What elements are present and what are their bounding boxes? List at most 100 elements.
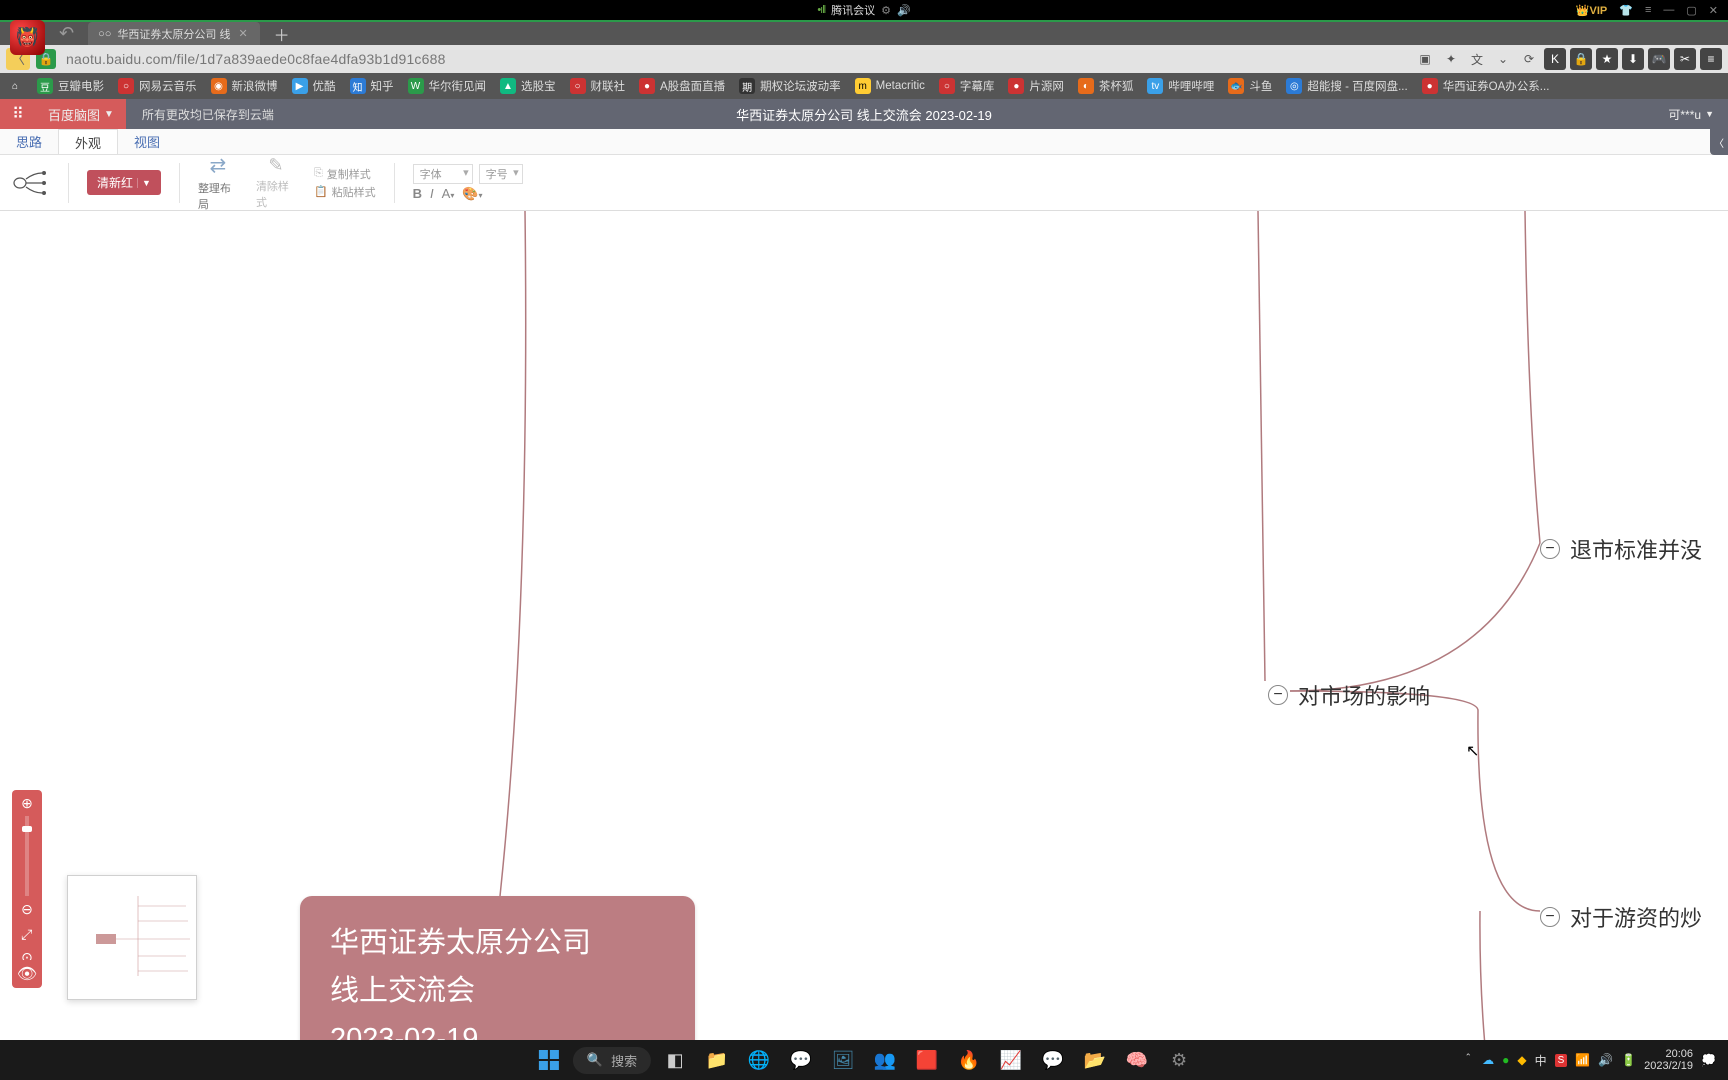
history-back-icon[interactable]: ↶ bbox=[45, 23, 88, 44]
skin-icon[interactable]: 👕 bbox=[1619, 4, 1633, 17]
maximize-icon[interactable]: ▢ bbox=[1686, 4, 1696, 17]
menu-icon[interactable]: ≡ bbox=[1645, 4, 1651, 16]
ext-chevron-down-icon[interactable]: ⌄ bbox=[1492, 48, 1514, 70]
fit-button[interactable]: ⤢ bbox=[21, 926, 33, 943]
chat-icon[interactable]: 💬 bbox=[783, 1044, 819, 1076]
bookmark-item[interactable]: 🐟斗鱼 bbox=[1221, 78, 1279, 94]
font-size-select[interactable]: 字号 bbox=[479, 164, 523, 184]
audio-icon[interactable]: 🔊 bbox=[897, 4, 911, 17]
ext-scissors-icon[interactable]: ✂ bbox=[1674, 48, 1696, 70]
bookmark-item[interactable]: 豆豆瓣电影 bbox=[30, 78, 111, 94]
ext-download-icon[interactable]: ⬇ bbox=[1622, 48, 1644, 70]
mindmap-node-market[interactable]: − 对市场的影响 bbox=[1268, 679, 1430, 711]
node-collapse-icon[interactable]: − bbox=[1268, 685, 1288, 705]
ext-lock-icon[interactable]: 🔒 bbox=[1570, 48, 1592, 70]
start-button[interactable] bbox=[531, 1044, 567, 1076]
wechat-icon[interactable]: 💬 bbox=[1035, 1044, 1071, 1076]
tray-volume-icon[interactable]: 🔊 bbox=[1598, 1053, 1613, 1067]
home-bookmark[interactable]: ⌂ bbox=[0, 78, 30, 94]
tab-waiguan[interactable]: 外观 bbox=[58, 129, 118, 154]
structure-icon[interactable] bbox=[10, 169, 50, 197]
bookmark-item[interactable]: ○字幕库 bbox=[932, 78, 1002, 94]
tray-ime[interactable]: 中 bbox=[1535, 1052, 1547, 1069]
copy-style-button[interactable]: ⎘复制样式 bbox=[314, 166, 376, 182]
mindmap-node-delist[interactable]: − 退市标准并没 bbox=[1540, 533, 1702, 565]
ext-translate-icon[interactable]: 文 bbox=[1466, 48, 1488, 70]
bookmark-item[interactable]: ○网易云音乐 bbox=[111, 78, 204, 94]
tray-cloud-icon[interactable]: ☁ bbox=[1482, 1053, 1494, 1067]
bookmark-item[interactable]: mMetacritic bbox=[848, 78, 932, 94]
font-family-select[interactable]: 字体 bbox=[413, 164, 473, 184]
ext-bookmark-icon[interactable]: ★ bbox=[1596, 48, 1618, 70]
bookmark-item[interactable]: ◉新浪微博 bbox=[204, 78, 285, 94]
url-text[interactable]: naotu.baidu.com/file/1d7a839aede0c8fae4d… bbox=[62, 51, 1408, 67]
layout-button[interactable]: ⇄ 整理布局 bbox=[198, 153, 238, 212]
app-red-icon[interactable]: 🟥 bbox=[909, 1044, 945, 1076]
bookmark-item[interactable]: ●片源网 bbox=[1001, 78, 1071, 94]
taskbar-search[interactable]: 🔍搜索 bbox=[573, 1047, 651, 1074]
minimap-toggle[interactable]: 👁 bbox=[12, 960, 42, 988]
bookmark-item[interactable]: 知知乎 bbox=[343, 78, 401, 94]
bookmark-item[interactable]: ●华西证券OA办公系... bbox=[1415, 78, 1557, 94]
bookmark-item[interactable]: ○财联社 bbox=[563, 78, 633, 94]
user-menu[interactable]: 可***u ▼ bbox=[1654, 106, 1728, 123]
bookmark-item[interactable]: ◐茶杯狐 bbox=[1071, 78, 1141, 94]
brand-menu[interactable]: 百度脑图 ▼ bbox=[36, 99, 126, 129]
mindmap-canvas[interactable]: 华西证券太原分公司 线上交流会 2023-02-19 − 对市场的影响 − 退市… bbox=[0, 211, 1728, 1040]
mindmap-root-node[interactable]: 华西证券太原分公司 线上交流会 2023-02-19 bbox=[300, 896, 695, 1040]
task-view-button[interactable]: ◧ bbox=[657, 1044, 693, 1076]
tray-battery-icon[interactable]: 🔋 bbox=[1621, 1053, 1636, 1067]
tray-clock[interactable]: 20:06 2023/2/19 bbox=[1644, 1048, 1693, 1072]
new-tab-button[interactable]: ＋ bbox=[260, 22, 304, 46]
apps-grid-button[interactable]: ⠿ bbox=[0, 99, 36, 129]
tab-shitu[interactable]: 视图 bbox=[118, 129, 176, 154]
tray-chevron-up-icon[interactable]: ＾ bbox=[1462, 1052, 1474, 1069]
zoom-in-button[interactable]: ⊕ bbox=[18, 794, 36, 812]
browser-360-icon[interactable]: 🔥 bbox=[951, 1044, 987, 1076]
minimap[interactable] bbox=[67, 875, 197, 1000]
bookmark-item[interactable]: 期期权论坛波动率 bbox=[732, 78, 848, 94]
ext-gamepad-icon[interactable]: 🎮 bbox=[1648, 48, 1670, 70]
tray-sogou-icon[interactable]: S bbox=[1555, 1054, 1568, 1067]
mindmap-node-specul[interactable]: − 对于游资的炒 bbox=[1540, 901, 1702, 933]
bookmark-item[interactable]: ▶优酷 bbox=[285, 78, 343, 94]
font-color-button[interactable]: A▾ bbox=[442, 186, 455, 201]
browser-tab[interactable]: ○○ 华西证券太原分公司 线 ✕ bbox=[88, 22, 260, 45]
italic-button[interactable]: I bbox=[430, 186, 434, 201]
bookmark-item[interactable]: ◎超能搜 - 百度网盘... bbox=[1279, 78, 1414, 94]
tab-silu[interactable]: 思路 bbox=[0, 129, 58, 154]
node-collapse-icon[interactable]: − bbox=[1540, 907, 1560, 927]
ext-menu-icon[interactable]: ≡ bbox=[1700, 48, 1722, 70]
bookmark-item[interactable]: W华尔街见闻 bbox=[401, 78, 494, 94]
ths-icon[interactable]: 📈 bbox=[993, 1044, 1029, 1076]
bookmark-item[interactable]: tv哔哩哔哩 bbox=[1140, 78, 1221, 94]
ext-k-icon[interactable]: K bbox=[1544, 48, 1566, 70]
profile-avatar[interactable]: 👹 bbox=[10, 20, 45, 55]
collapse-ribbon-button[interactable]: 〈 bbox=[1710, 129, 1728, 155]
fill-color-button[interactable]: 🎨▾ bbox=[462, 186, 482, 202]
folder2-icon[interactable]: 📂 bbox=[1077, 1044, 1113, 1076]
obs-icon[interactable]: ⚙ bbox=[1161, 1044, 1197, 1076]
bold-button[interactable]: B bbox=[413, 186, 422, 201]
paste-style-button[interactable]: 📋粘贴样式 bbox=[314, 184, 376, 200]
mindmap-app-icon[interactable]: 🧠 bbox=[1119, 1044, 1155, 1076]
tab-close-icon[interactable]: ✕ bbox=[236, 27, 249, 40]
node-collapse-icon[interactable]: − bbox=[1540, 539, 1560, 559]
ext-screenshot-icon[interactable]: ▣ bbox=[1414, 48, 1436, 70]
ext-star-icon[interactable]: ✦ bbox=[1440, 48, 1462, 70]
tray-security-icon[interactable]: ◆ bbox=[1517, 1053, 1526, 1067]
close-icon[interactable]: ✕ bbox=[1709, 4, 1718, 17]
tray-wechat-icon[interactable]: ● bbox=[1502, 1053, 1509, 1067]
zoom-out-button[interactable]: ⊖ bbox=[18, 900, 36, 918]
theme-select[interactable]: 清新红 ▼ bbox=[87, 170, 161, 195]
settings-icon[interactable]: ⚙ bbox=[881, 4, 891, 17]
bookmark-item[interactable]: ▲选股宝 bbox=[493, 78, 563, 94]
image-icon[interactable]: 🖼 bbox=[825, 1044, 861, 1076]
edge-icon[interactable]: 🌐 bbox=[741, 1044, 777, 1076]
tray-wifi-icon[interactable]: 📶 bbox=[1575, 1053, 1590, 1067]
people-icon[interactable]: 👥 bbox=[867, 1044, 903, 1076]
zoom-slider[interactable] bbox=[25, 816, 29, 896]
reload-icon[interactable]: ⟳ bbox=[1518, 48, 1540, 70]
bookmark-item[interactable]: ●A股盘面直播 bbox=[632, 78, 732, 94]
tray-notifications-icon[interactable]: 💭 bbox=[1701, 1053, 1716, 1067]
